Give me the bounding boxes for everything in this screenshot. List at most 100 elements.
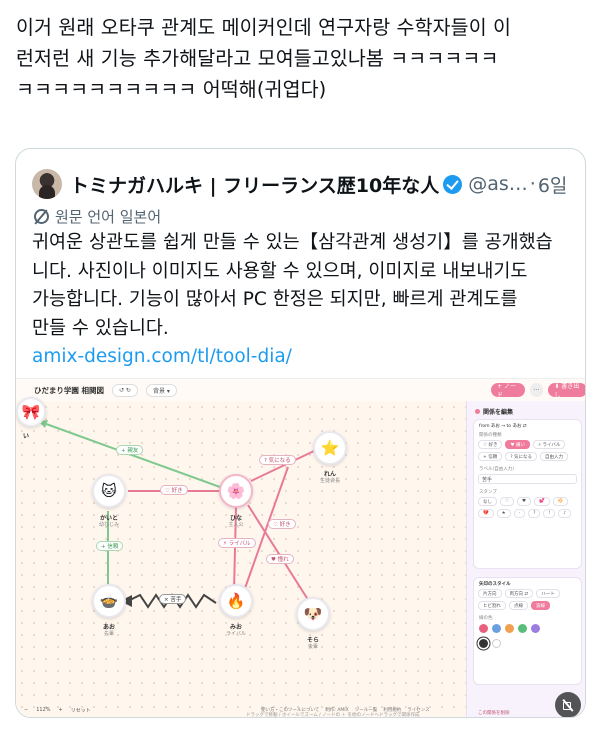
node-role: 主人公 xyxy=(228,522,244,528)
edge-label[interactable]: + 親友 xyxy=(116,445,144,455)
stamp-chip[interactable]: ★ xyxy=(496,509,511,518)
color-swatch[interactable] xyxy=(518,624,527,633)
node-role: ライバル xyxy=(226,631,246,637)
stamp-chip[interactable]: ? xyxy=(528,509,541,518)
color-swatch[interactable] xyxy=(492,639,501,648)
type-chip[interactable]: ♡ 好き xyxy=(478,440,503,449)
line-style-chip-selected[interactable]: 波線 xyxy=(531,601,550,610)
line-style-settings: 矢印のスタイル 片方向 両方向 ⇄ ハート ヒビ割れ 点線 波線 線の色 xyxy=(473,577,582,685)
line-style-chip[interactable]: 点線 xyxy=(509,601,528,610)
zoom-in-button[interactable]: + xyxy=(59,707,63,713)
stamp-chip[interactable]: 💕 xyxy=(534,497,550,506)
edge-label[interactable]: × 苦手 xyxy=(159,594,187,604)
character-node[interactable]: ⭐ xyxy=(313,431,347,465)
zoom-out-button[interactable]: − xyxy=(24,707,28,713)
panel-dot-icon xyxy=(475,409,480,414)
add-node-button[interactable]: + ノード xyxy=(491,383,525,399)
type-label: 関係の種類 xyxy=(479,433,502,438)
stamp-chip[interactable]: ♥ xyxy=(517,497,532,506)
delete-relation-link[interactable]: この関係を削除 xyxy=(473,707,515,716)
post-text: 이거 원래 오타쿠 관계도 메이커인데 연구자랑 수학자들이 이 런저런 새 기… xyxy=(16,12,584,105)
post-date[interactable]: 6일 xyxy=(538,171,568,198)
zoom-reset-button[interactable]: リセット xyxy=(71,707,91,714)
mute-button[interactable] xyxy=(555,692,581,717)
export-button[interactable]: ⬇ 書き出し xyxy=(548,383,585,399)
type-chip[interactable]: ⚡ ライバル xyxy=(532,440,566,449)
undo-redo-pill[interactable]: ↺ ↻ xyxy=(111,383,138,397)
node-avatar-icon: 🐱 xyxy=(101,482,117,500)
edge-label[interactable]: ⚡ ライバル xyxy=(218,538,256,548)
edge-label[interactable]: ♥ 憧れ xyxy=(266,554,294,564)
color-swatch[interactable] xyxy=(505,624,514,633)
color-swatch[interactable] xyxy=(492,624,501,633)
node-avatar-icon: 🐶 xyxy=(303,605,323,623)
stamp-chip[interactable]: ♪ xyxy=(558,509,572,518)
stamp-chip[interactable]: ♡ xyxy=(500,497,515,506)
background-select[interactable]: 背景 ▾ xyxy=(145,383,177,397)
line-style-chip[interactable]: 片方向 xyxy=(478,589,502,598)
globe-icon xyxy=(34,208,49,224)
node-avatar-icon: 🌸 xyxy=(226,482,246,500)
character-node[interactable]: 🎀 xyxy=(16,397,46,427)
stamp-chips: なし ♡ ♥ 💕 🔆 💔 ★ · ? ! ♪ xyxy=(474,495,581,520)
attached-media[interactable]: ひだまり学園 相関図 ↺ ↻ 背景 ▾ + ノード ··· ⬇ 書き出し � xyxy=(16,378,585,718)
edge-label[interactable]: + 信頼 xyxy=(96,541,124,551)
relation-type-chips: ♡ 好き ♥ 嫌い ⚡ ライバル + 信頼 ? 気になる 自由入力 xyxy=(474,438,581,463)
line-style-title: 矢印のスタイル xyxy=(479,582,511,587)
quoted-post-body: 귀여운 상관도를 쉽게 만들 수 있는【삼각관계 생성기】를 공개했습 니다. … xyxy=(32,229,577,372)
post-line: 런저런 새 기능 추가해달라고 모여들고있나봄 ㅋㅋㅋㅋㅋㅋ xyxy=(16,47,499,70)
diagram-canvas[interactable]: 🎀 い 🐱 かいと 幼なじみ 🌸 ひな 主人公 ⭐ れん 生徒会長 🍲 あお 先… xyxy=(16,397,466,717)
edge-label[interactable]: ? 気になる xyxy=(259,455,296,465)
node-role: 後輩 xyxy=(307,644,318,650)
edge-label[interactable]: ♡ 好き xyxy=(160,485,188,495)
body-line: 귀여운 상관도를 쉽게 만들 수 있는【삼각관계 생성기】를 공개했습 xyxy=(32,232,553,253)
stamp-chip[interactable]: 🔆 xyxy=(552,497,569,506)
type-chip[interactable]: ? 気になる xyxy=(505,452,538,461)
panel-title: 関係を編集 xyxy=(475,407,513,416)
character-node[interactable]: 🌸 xyxy=(219,474,253,508)
stamp-chip[interactable]: · xyxy=(513,509,526,518)
node-avatar-icon: ⭐ xyxy=(320,439,340,457)
type-chip[interactable]: + 信頼 xyxy=(478,452,503,461)
node-role: 先輩 xyxy=(103,631,114,637)
character-node[interactable]: 🐶 xyxy=(296,597,330,631)
color-swatches xyxy=(474,621,581,636)
stamp-chip[interactable]: 💔 xyxy=(478,509,494,518)
type-chip[interactable]: 自由入力 xyxy=(540,452,569,461)
line-style-chip[interactable]: ハート xyxy=(536,589,560,598)
label-field-label: ラベル(自由入力) xyxy=(479,467,515,472)
node-role: 生徒会長 xyxy=(319,478,340,484)
color-swatch[interactable] xyxy=(479,624,488,633)
type-chip-selected[interactable]: ♥ 嫌い xyxy=(505,440,530,449)
character-node[interactable]: 🍲 xyxy=(92,584,126,618)
stamp-chip[interactable]: なし xyxy=(478,497,497,506)
edge-label[interactable]: ♡ 好き xyxy=(268,519,296,529)
line-style-chip[interactable]: 両方向 ⇄ xyxy=(504,589,534,598)
quoted-post-header: トミナガハルキ | フリーランス歴10年な人 @as… · 6일 xyxy=(32,169,572,199)
translation-label: 원문 언어 일본어 xyxy=(55,207,162,226)
zoom-controls: − 112% + リセット xyxy=(24,704,91,716)
line-style-chip[interactable]: ヒビ割れ xyxy=(478,601,506,610)
translation-note[interactable]: 원문 언어 일본어 xyxy=(34,205,161,227)
app-title: ひだまり学園 相関図 xyxy=(34,385,104,395)
color-swatches xyxy=(474,636,581,651)
quoted-post-card[interactable]: トミナガハルキ | フリーランス歴10年な人 @as… · 6일 원문 언어 일… xyxy=(15,148,586,718)
body-line: 니다. 사진이나 이미지도 사용할 수 있으며, 이미지로 내보내기도 xyxy=(32,260,528,282)
color-swatch-selected[interactable] xyxy=(479,639,488,648)
relation-settings: from あお → to あお ⇄ 関係の種類 ♡ 好き ♥ 嫌い ⚡ ライバル… xyxy=(473,419,582,569)
canvas-hint: ドラッグで移動 / ホイールでズーム / ノードの ＋ を他のノードへドラッグで… xyxy=(246,713,420,718)
edge-line xyxy=(37,420,232,492)
character-node[interactable]: 🐱 xyxy=(92,474,126,508)
separator: · xyxy=(529,173,536,195)
color-swatch[interactable] xyxy=(531,624,540,633)
volume-muted-icon xyxy=(562,699,574,711)
more-button[interactable]: ··· xyxy=(529,383,544,397)
label-input[interactable]: 苦手 xyxy=(478,474,577,484)
character-node[interactable]: 🔥 xyxy=(219,584,253,618)
author-handle[interactable]: @as… xyxy=(468,173,528,195)
tool-link[interactable]: amix-design.com/tl/tool-dia/ xyxy=(32,343,577,372)
author-name[interactable]: トミナガハルキ | フリーランス歴10年な人 xyxy=(70,171,439,198)
node-name: い xyxy=(22,433,29,440)
stamp-chip[interactable]: ! xyxy=(543,509,556,518)
avatar[interactable] xyxy=(32,169,62,199)
